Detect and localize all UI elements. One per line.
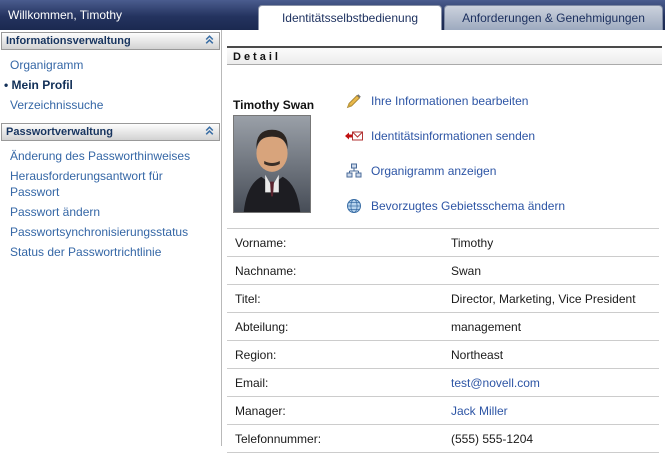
profile-photo: [233, 115, 311, 213]
profile-section: Timothy Swan: [223, 65, 665, 228]
action-label: Bevorzugtes Gebietsschema ändern: [371, 199, 565, 213]
sidebar-item-passwortsynchronisierungsstatus[interactable]: Passwortsynchronisierungsstatus: [0, 222, 221, 242]
field-label: Manager:: [227, 397, 449, 425]
sidebar-section-informationsverwaltung[interactable]: Informationsverwaltung: [1, 32, 220, 50]
org-chart-icon: [345, 163, 363, 179]
sidebar-item-passwort-aendern[interactable]: Passwort ändern: [0, 202, 221, 222]
detail-section-header: Detail: [227, 46, 662, 65]
sidebar: Informationsverwaltung Organigramm Mein …: [0, 30, 222, 446]
tab-anforderungen-genehmigungen[interactable]: Anforderungen & Genehmigungen: [444, 5, 663, 30]
action-label: Ihre Informationen bearbeiten: [371, 94, 528, 108]
sidebar-item-herausforderungsantwort[interactable]: Herausforderungsantwort für Passwort: [0, 166, 221, 202]
tab-label: Identitätsselbstbedienung: [282, 11, 418, 25]
globe-icon: [345, 198, 363, 214]
profile-fields-table: Vorname: Timothy Nachname: Swan Titel: D…: [227, 228, 659, 453]
table-row: Vorname: Timothy: [227, 229, 659, 257]
pencil-icon: [345, 93, 363, 109]
field-value: Director, Marketing, Vice President: [449, 285, 659, 313]
field-label: Nachname:: [227, 257, 449, 285]
sidebar-item-verzeichnissuche[interactable]: Verzeichnissuche: [0, 95, 221, 115]
tab-identitaetsselbstbedienung[interactable]: Identitätsselbstbedienung: [258, 5, 442, 30]
table-row: Nachname: Swan: [227, 257, 659, 285]
field-value: Swan: [449, 257, 659, 285]
table-row: Telefonnummer: (555) 555-1204: [227, 425, 659, 453]
profile-name: Timothy Swan: [233, 98, 314, 112]
field-value: Timothy: [449, 229, 659, 257]
change-locale-link[interactable]: Bevorzugtes Gebietsschema ändern: [345, 188, 565, 223]
edit-information-link[interactable]: Ihre Informationen bearbeiten: [345, 83, 565, 118]
send-identity-info-link[interactable]: Identitätsinformationen senden: [345, 118, 565, 153]
sidebar-list-passwortverwaltung: Änderung des Passworthinweises Herausfor…: [0, 141, 221, 268]
sidebar-section-passwortverwaltung[interactable]: Passwortverwaltung: [1, 123, 220, 141]
sidebar-item-status-passwortrichtlinie[interactable]: Status der Passwortrichtlinie: [0, 242, 221, 262]
main-content: Detail Timothy Swan: [223, 30, 665, 446]
sidebar-item-mein-profil[interactable]: Mein Profil: [0, 75, 221, 95]
double-chevron-up-icon: [204, 34, 215, 48]
sidebar-list-informationsverwaltung: Organigramm Mein Profil Verzeichnissuche: [0, 50, 221, 121]
sidebar-item-label: Mein Profil: [12, 78, 73, 92]
page-title: Detail: [233, 51, 281, 63]
field-value: (555) 555-1204: [449, 425, 659, 453]
section-title: Informationsverwaltung: [6, 35, 131, 47]
sidebar-item-aenderung-passworthinweis[interactable]: Änderung des Passworthinweises: [0, 146, 221, 166]
tab-label: Anforderungen & Genehmigungen: [462, 11, 645, 25]
table-row: Email: test@novell.com: [227, 369, 659, 397]
table-row: Abteilung: management: [227, 313, 659, 341]
field-label: Telefonnummer:: [227, 425, 449, 453]
email-link[interactable]: test@novell.com: [451, 376, 540, 390]
action-label: Identitätsinformationen senden: [371, 129, 535, 143]
welcome-text: Willkommen, Timothy: [8, 8, 122, 22]
section-title: Passwortverwaltung: [6, 126, 113, 138]
manager-link[interactable]: Jack Miller: [451, 404, 508, 418]
double-chevron-up-icon: [204, 125, 215, 139]
field-label: Vorname:: [227, 229, 449, 257]
field-value: management: [449, 313, 659, 341]
show-org-chart-link[interactable]: Organigramm anzeigen: [345, 153, 565, 188]
field-label: Titel:: [227, 285, 449, 313]
table-row: Titel: Director, Marketing, Vice Preside…: [227, 285, 659, 313]
action-label: Organigramm anzeigen: [371, 164, 496, 178]
sidebar-item-organigramm[interactable]: Organigramm: [0, 55, 221, 75]
table-row: Region: Northeast: [227, 341, 659, 369]
field-label: Email:: [227, 369, 449, 397]
field-label: Region:: [227, 341, 449, 369]
field-label: Abteilung:: [227, 313, 449, 341]
table-row: Manager: Jack Miller: [227, 397, 659, 425]
field-value: Northeast: [449, 341, 659, 369]
send-mail-icon: [345, 129, 363, 143]
profile-actions: Ihre Informationen bearbeiten Identitäts…: [345, 83, 565, 223]
